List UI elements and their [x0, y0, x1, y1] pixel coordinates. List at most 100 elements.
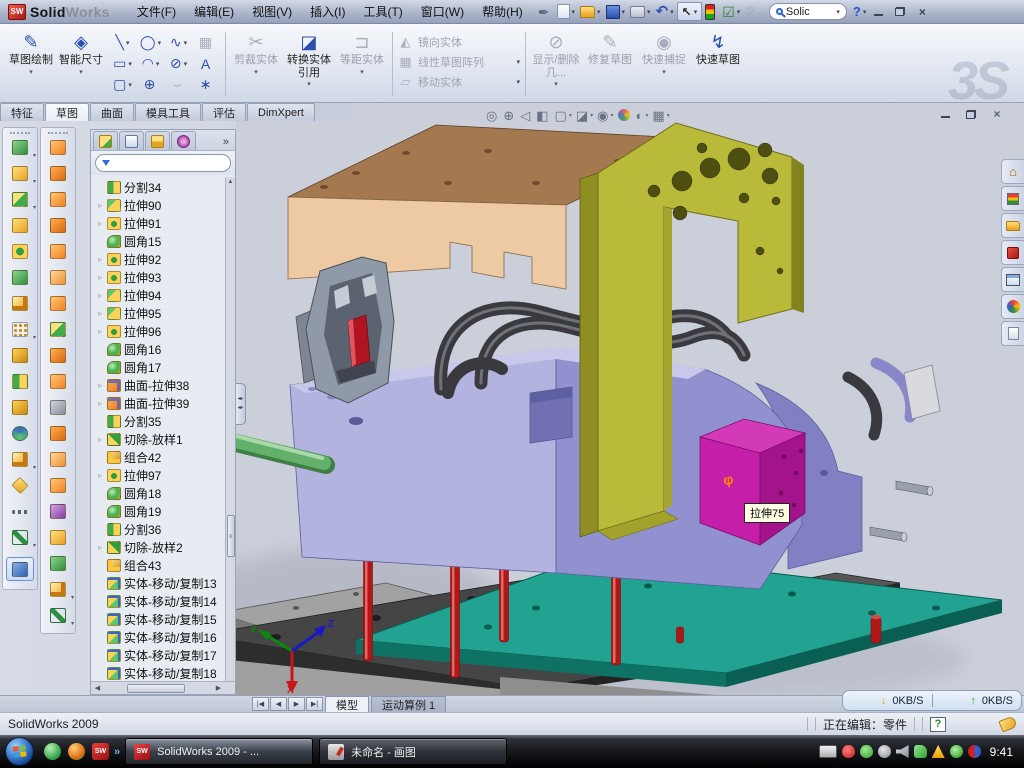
tree-item[interactable]: ▹ 曲面-拉伸38: [96, 376, 235, 394]
tree-item[interactable]: 圆角15: [96, 232, 235, 250]
toolbar-button[interactable]: [6, 347, 34, 364]
tree-item[interactable]: 圆角18: [96, 484, 235, 502]
close-button[interactable]: ×: [914, 5, 930, 19]
toolbar-grip[interactable]: [10, 132, 30, 136]
ribbon-tab[interactable]: 模具工具: [135, 103, 201, 121]
menu-item[interactable]: 文件(F): [128, 0, 185, 23]
scroll-up-icon[interactable]: ▲: [228, 177, 234, 185]
menu-item[interactable]: 工具(T): [354, 0, 411, 23]
tab-nav-button[interactable]: ◀: [270, 697, 287, 711]
menu-item[interactable]: 编辑(E): [185, 0, 243, 23]
tray-icon[interactable]: [932, 745, 945, 758]
tray-icon[interactable]: [968, 745, 981, 758]
tree-item[interactable]: 组合43: [96, 556, 235, 574]
tree-item[interactable]: 圆角17: [96, 358, 235, 376]
tree-item[interactable]: 分割34: [96, 178, 235, 196]
sketch-entity-button[interactable]: ∗: [193, 74, 220, 95]
sketch-entity-button[interactable]: ╲▾: [109, 32, 136, 53]
sketch-entity-button[interactable]: ▦: [193, 32, 220, 53]
sketch-entity-button[interactable]: ▢▾: [109, 74, 136, 95]
toolbar-button[interactable]: ✒: [536, 2, 554, 22]
minimize-button[interactable]: [870, 5, 886, 19]
tray-icon[interactable]: [914, 745, 927, 758]
toolbar-button[interactable]: [44, 503, 72, 520]
toolbar-button[interactable]: ▾: [6, 191, 34, 208]
quick-tips-icon[interactable]: ?: [930, 717, 946, 732]
ribbon-tab[interactable]: 草图: [45, 103, 89, 121]
tree-vertical-scrollbar[interactable]: ▲ ≡: [225, 177, 235, 681]
command-button[interactable]: ◉ 快速捕捉 ▾: [639, 28, 689, 89]
tree-horizontal-scrollbar[interactable]: ◀ ▶: [91, 681, 235, 694]
menu-item[interactable]: 插入(I): [301, 0, 354, 23]
tree-item[interactable]: 分割35: [96, 412, 235, 430]
toolbar-grip[interactable]: [48, 132, 68, 136]
tree-item[interactable]: 实体-移动/复制15: [96, 610, 235, 628]
taskbar-task-button[interactable]: SW SolidWorks 2009 - ...: [125, 738, 313, 765]
chevron-more-icon[interactable]: »: [223, 136, 233, 150]
graphics-area[interactable]: φ Y Z X 拉伸75: [236, 121, 1024, 695]
tray-icon[interactable]: [950, 745, 963, 758]
toolbar-button[interactable]: ↶▾: [654, 2, 676, 22]
toolbar-button[interactable]: [44, 217, 72, 234]
toolbar-button[interactable]: ▾: [6, 529, 34, 546]
command-button[interactable]: ⊐ 等距实体 ▾: [337, 28, 387, 89]
sketch-entity-button[interactable]: ⊘▾: [165, 53, 192, 74]
menu-item[interactable]: 窗口(W): [412, 0, 473, 23]
input-language-icon[interactable]: [819, 745, 837, 758]
search-input[interactable]: Solic ▾: [769, 3, 847, 20]
toolbar-button[interactable]: ↖▾: [677, 2, 703, 21]
scrollbar-thumb[interactable]: ≡: [227, 515, 235, 557]
command-button[interactable]: ↯ 快速草图: [693, 28, 743, 89]
toolbar-button[interactable]: 少..: [743, 2, 765, 22]
toolbar-button[interactable]: [44, 373, 72, 390]
tab-nav-button[interactable]: ▶|: [306, 697, 323, 711]
quick-launch-expand-icon[interactable]: »: [114, 746, 120, 758]
command-row-button[interactable]: ▦ 线性草图阵列 ▾: [398, 54, 520, 70]
command-row-button[interactable]: ◭ 镜向实体: [398, 34, 520, 50]
toolbar-button[interactable]: [44, 321, 72, 338]
toolbar-button[interactable]: [6, 425, 34, 442]
tray-icon[interactable]: [896, 745, 909, 758]
toolbar-button[interactable]: [44, 139, 72, 156]
toolbar-button[interactable]: ▾: [44, 581, 72, 598]
toolbar-button[interactable]: [44, 399, 72, 416]
toolbar-button[interactable]: [6, 217, 34, 234]
command-row-button[interactable]: ▱ 移动实体 ▾: [398, 74, 520, 90]
tree-item[interactable]: ▹ 拉伸97: [96, 466, 235, 484]
toolbar-button[interactable]: [44, 555, 72, 572]
restore-button[interactable]: [892, 5, 908, 19]
tree-item[interactable]: ▹ 拉伸94: [96, 286, 235, 304]
toolbar-button[interactable]: [6, 295, 34, 312]
toolbar-button[interactable]: [44, 347, 72, 364]
model-tab[interactable]: 模型: [325, 696, 369, 712]
scroll-right-icon[interactable]: ▶: [212, 684, 225, 692]
tree-item[interactable]: 圆角16: [96, 340, 235, 358]
menu-item[interactable]: 帮助(H): [473, 0, 532, 23]
sketch-entity-button[interactable]: ◠▾: [137, 53, 164, 74]
sketch-entity-button[interactable]: ⊕: [137, 74, 164, 95]
model-tab[interactable]: 运动算例 1: [371, 696, 446, 712]
toolbar-button[interactable]: [6, 373, 34, 390]
toolbar-button[interactable]: ▾: [6, 165, 34, 182]
sketch-entity-button[interactable]: ▭▾: [109, 53, 136, 74]
toolbar-button[interactable]: [44, 425, 72, 442]
toolbar-button[interactable]: [6, 243, 34, 260]
doc-restore-button[interactable]: [964, 107, 978, 121]
toolbar-button[interactable]: ▾: [6, 139, 34, 156]
tree-item[interactable]: ▹ 拉伸92: [96, 250, 235, 268]
toolbar-button[interactable]: ▾: [604, 2, 628, 22]
toolbar-button[interactable]: [44, 529, 72, 546]
tree-item[interactable]: ▹ 切除-放样1: [96, 430, 235, 448]
tree-item[interactable]: 实体-移动/复制18: [96, 664, 235, 681]
command-button[interactable]: ✎ 修复草图: [585, 28, 635, 89]
tree-item[interactable]: 实体-移动/复制16: [96, 628, 235, 646]
command-button[interactable]: ◪ 转换实体引用 ▾: [284, 28, 334, 89]
sketch-entity-button[interactable]: ⌣: [165, 74, 192, 95]
tree-item[interactable]: ▹ 曲面-拉伸39: [96, 394, 235, 412]
tree-item[interactable]: ▹ 拉伸96: [96, 322, 235, 340]
toolbar-button[interactable]: [44, 295, 72, 312]
ribbon-tab[interactable]: 特征: [0, 103, 44, 121]
ribbon-tab[interactable]: DimXpert: [247, 103, 315, 121]
start-button[interactable]: [5, 737, 34, 766]
quick-launch-icon[interactable]: SW: [92, 743, 109, 760]
